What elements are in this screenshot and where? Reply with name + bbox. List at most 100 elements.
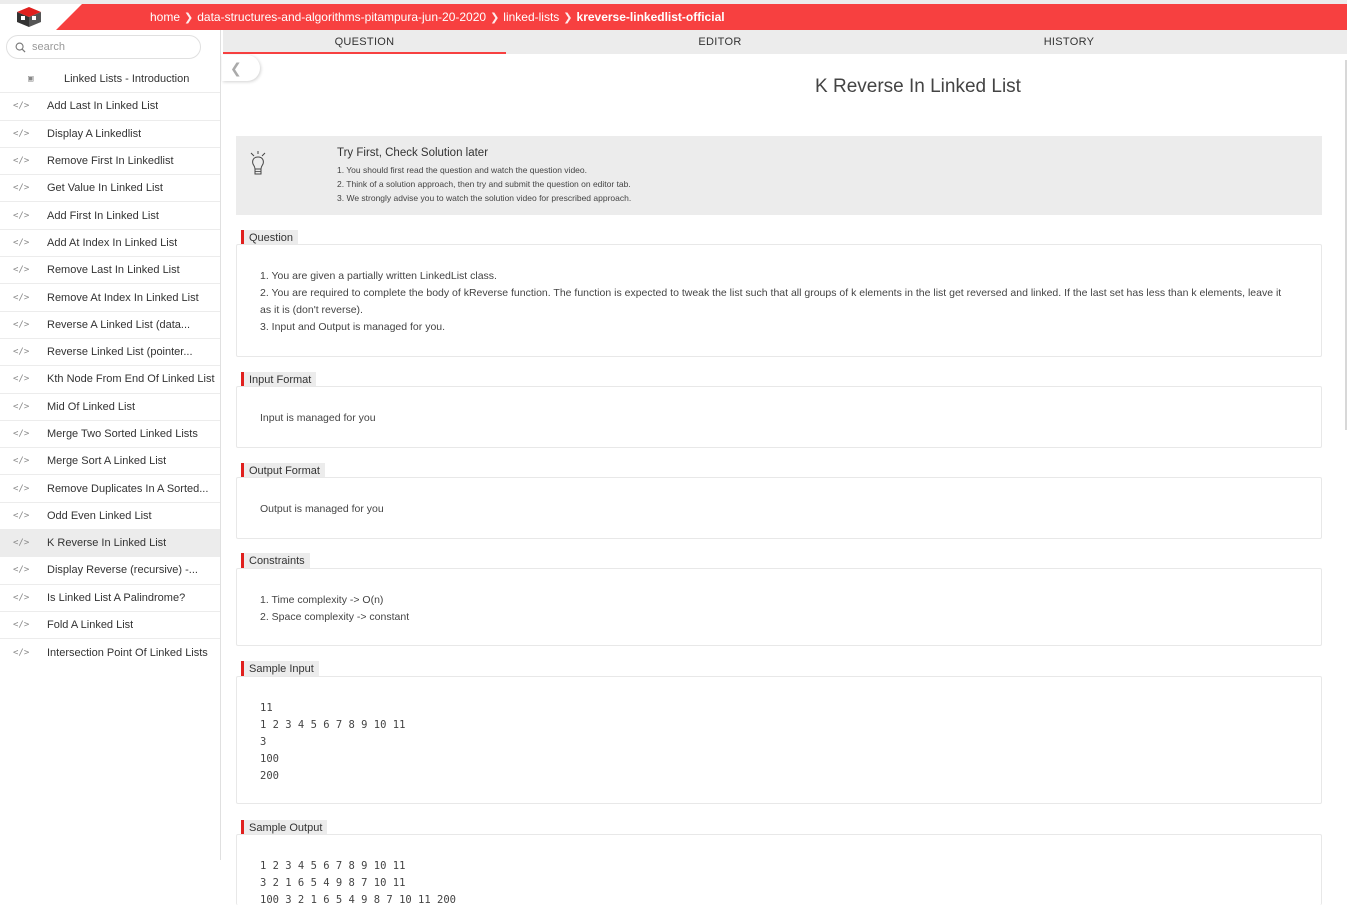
input-format-text: Input is managed for you (260, 412, 376, 424)
sidebar-item-label: Is Linked List A Palindrome? (47, 591, 186, 604)
sidebar-item-label: Kth Node From End Of Linked List (47, 373, 215, 386)
top-bar: home ❯ data-structures-and-algorithms-pi… (0, 0, 1347, 30)
sidebar-item[interactable]: </> Display Reverse (recursive) -... (0, 557, 220, 585)
code-icon: </> (13, 565, 30, 576)
sidebar-item[interactable]: </> Merge Sort A Linked List (0, 448, 220, 476)
sidebar-item[interactable]: </> Remove At Index In Linked List (0, 284, 220, 312)
logo-icon[interactable] (16, 6, 42, 28)
question-line: 2. You are required to complete the body… (260, 287, 1282, 316)
sidebar-item-label: Remove At Index In Linked List (47, 291, 199, 304)
code-icon: </> (13, 183, 30, 194)
sample-output-line: 100 3 2 1 6 5 4 9 8 7 10 11 200 (260, 894, 456, 905)
sidebar-item[interactable]: </> Kth Node From End Of Linked List (0, 366, 220, 394)
tab-question[interactable]: QUESTION (223, 30, 506, 54)
question-section: 1. You are given a partially written Lin… (236, 244, 1322, 357)
search-input[interactable] (32, 41, 192, 53)
sidebar-item-label: Get Value In Linked List (47, 182, 163, 195)
tab-history[interactable]: HISTORY (934, 30, 1204, 54)
sidebar-item[interactable]: </> Merge Two Sorted Linked Lists (0, 421, 220, 449)
sidebar-item-label: Remove Duplicates In A Sorted... (47, 482, 209, 495)
sidebar-item[interactable]: </> Get Value In Linked List (0, 175, 220, 203)
code-icon: </> (13, 429, 30, 439)
sidebar-item-label: Mid Of Linked List (47, 400, 136, 413)
output-format-section: Output is managed for you (236, 477, 1322, 539)
question-line: 1. You are given a partially written Lin… (260, 270, 497, 282)
code-icon: </> (13, 647, 30, 658)
breadcrumb-home[interactable]: home (150, 10, 180, 24)
tip-box: Try First, Check Solution later 1. You s… (236, 136, 1322, 215)
tip-line: 2. Think of a solution approach, then tr… (337, 179, 631, 189)
sidebar-item-label: Odd Even Linked List (47, 509, 152, 522)
input-format-section: Input is managed for you (236, 386, 1322, 448)
sidebar-item[interactable]: </> Add At Index In Linked List (0, 230, 220, 258)
chevron-left-icon: ❮ (230, 59, 242, 76)
sidebar-item-label: Reverse Linked List (pointer... (47, 346, 193, 359)
sidebar-item[interactable]: </> Intersection Point Of Linked Lists (0, 639, 220, 666)
sidebar-item[interactable]: </> Odd Even Linked List (0, 503, 220, 531)
code-icon: </> (13, 592, 30, 603)
sidebar-item[interactable]: </> Is Linked List A Palindrome? (0, 585, 220, 612)
code-icon: </> (13, 265, 30, 276)
sidebar-item-label: Remove First In Linkedlist (47, 155, 174, 168)
sidebar-item[interactable]: </> Remove Last In Linked List (0, 257, 220, 285)
code-icon: </> (13, 347, 30, 358)
sample-output-line: 3 2 1 6 5 4 9 8 7 10 11 (260, 877, 406, 889)
sidebar-item-label: Merge Two Sorted Linked Lists (47, 428, 198, 440)
collapse-sidebar-button[interactable]: ❮ (222, 55, 260, 81)
sidebar-item[interactable]: </> Reverse Linked List (pointer... (0, 339, 220, 367)
code-icon: </> (13, 156, 30, 167)
sidebar-item[interactable]: </> Fold A Linked List (0, 612, 220, 640)
search-icon (15, 42, 26, 53)
sidebar-item[interactable]: </> Remove Duplicates In A Sorted... (0, 475, 220, 503)
breadcrumb-topic[interactable]: linked-lists (503, 10, 559, 24)
tip-title: Try First, Check Solution later (337, 147, 489, 159)
code-icon: </> (13, 483, 30, 494)
sidebar-item-intro[interactable]: ▣ Linked Lists - Introduction (0, 66, 220, 94)
sidebar-item-label: Reverse A Linked List (data... (47, 318, 191, 331)
constraint-line: 2. Space complexity -> constant (260, 611, 410, 623)
sidebar-item[interactable]: </> Add First In Linked List (0, 202, 220, 230)
video-icon: ▣ (28, 74, 34, 85)
question-line: 3. Input and Output is managed for you. (260, 321, 446, 333)
sample-input-line: 1 2 3 4 5 6 7 8 9 10 11 (260, 719, 406, 731)
breadcrumb-course[interactable]: data-structures-and-algorithms-pitampura… (197, 10, 486, 24)
sidebar-item[interactable]: </> Remove First In Linkedlist (0, 148, 220, 176)
sidebar-item-label: Display A Linkedlist (47, 127, 142, 140)
sidebar-item-label: Display Reverse (recursive) -... (47, 564, 198, 577)
code-icon: </> (13, 101, 30, 112)
tip-line: 1. You should first read the question an… (337, 165, 587, 175)
sidebar: ▣ Linked Lists - Introduction </> Add Las… (0, 30, 221, 860)
tab-editor[interactable]: EDITOR (506, 30, 934, 54)
tip-line: 3. We strongly advise you to watch the s… (337, 193, 632, 203)
code-icon: </> (13, 401, 30, 412)
section-label-constraints: Constraints (241, 553, 310, 569)
constraint-line: 1. Time complexity -> O(n) (260, 594, 384, 606)
code-icon: </> (13, 237, 30, 248)
sidebar-item-label: Fold A Linked List (47, 619, 134, 632)
problem-list: ▣ Linked Lists - Introduction </> Add Las… (0, 66, 220, 667)
sidebar-item-label: Intersection Point Of Linked Lists (47, 646, 208, 659)
chevron-right-icon: ❯ (563, 11, 573, 24)
lightbulb-icon (250, 151, 266, 175)
sample-input-line: 200 (260, 770, 279, 782)
code-icon: </> (13, 210, 30, 221)
code-icon: </> (13, 292, 30, 303)
sample-input-section[interactable]: 11 1 2 3 4 5 6 7 8 9 10 11 3 100 200 (236, 676, 1322, 804)
sidebar-item-active[interactable]: </> K Reverse In Linked List (0, 530, 220, 558)
sidebar-item[interactable]: </> Add Last In Linked List (0, 93, 220, 121)
sidebar-item[interactable]: </> Reverse A Linked List (data... (0, 312, 220, 339)
tab-bar: QUESTION EDITOR HISTORY (223, 30, 1347, 54)
sample-output-line: 1 2 3 4 5 6 7 8 9 10 11 (260, 860, 406, 872)
sample-output-section[interactable]: 1 2 3 4 5 6 7 8 9 10 11 3 2 1 6 5 4 9 8 … (236, 834, 1322, 905)
chevron-right-icon: ❯ (184, 11, 194, 24)
search-box (6, 35, 201, 59)
code-icon: </> (13, 456, 30, 467)
sidebar-item-label: Linked Lists - Introduction (64, 73, 190, 86)
sidebar-item[interactable]: </> Mid Of Linked List (0, 394, 220, 421)
breadcrumb-current: kreverse-linkedlist-official (576, 10, 725, 24)
sidebar-item-label: Add First In Linked List (47, 209, 159, 222)
sample-input-line: 11 (260, 702, 273, 714)
sidebar-item[interactable]: </> Display A Linkedlist (0, 121, 220, 148)
constraints-section: 1. Time complexity -> O(n) 2. Space comp… (236, 568, 1322, 646)
code-icon: </> (13, 620, 30, 631)
